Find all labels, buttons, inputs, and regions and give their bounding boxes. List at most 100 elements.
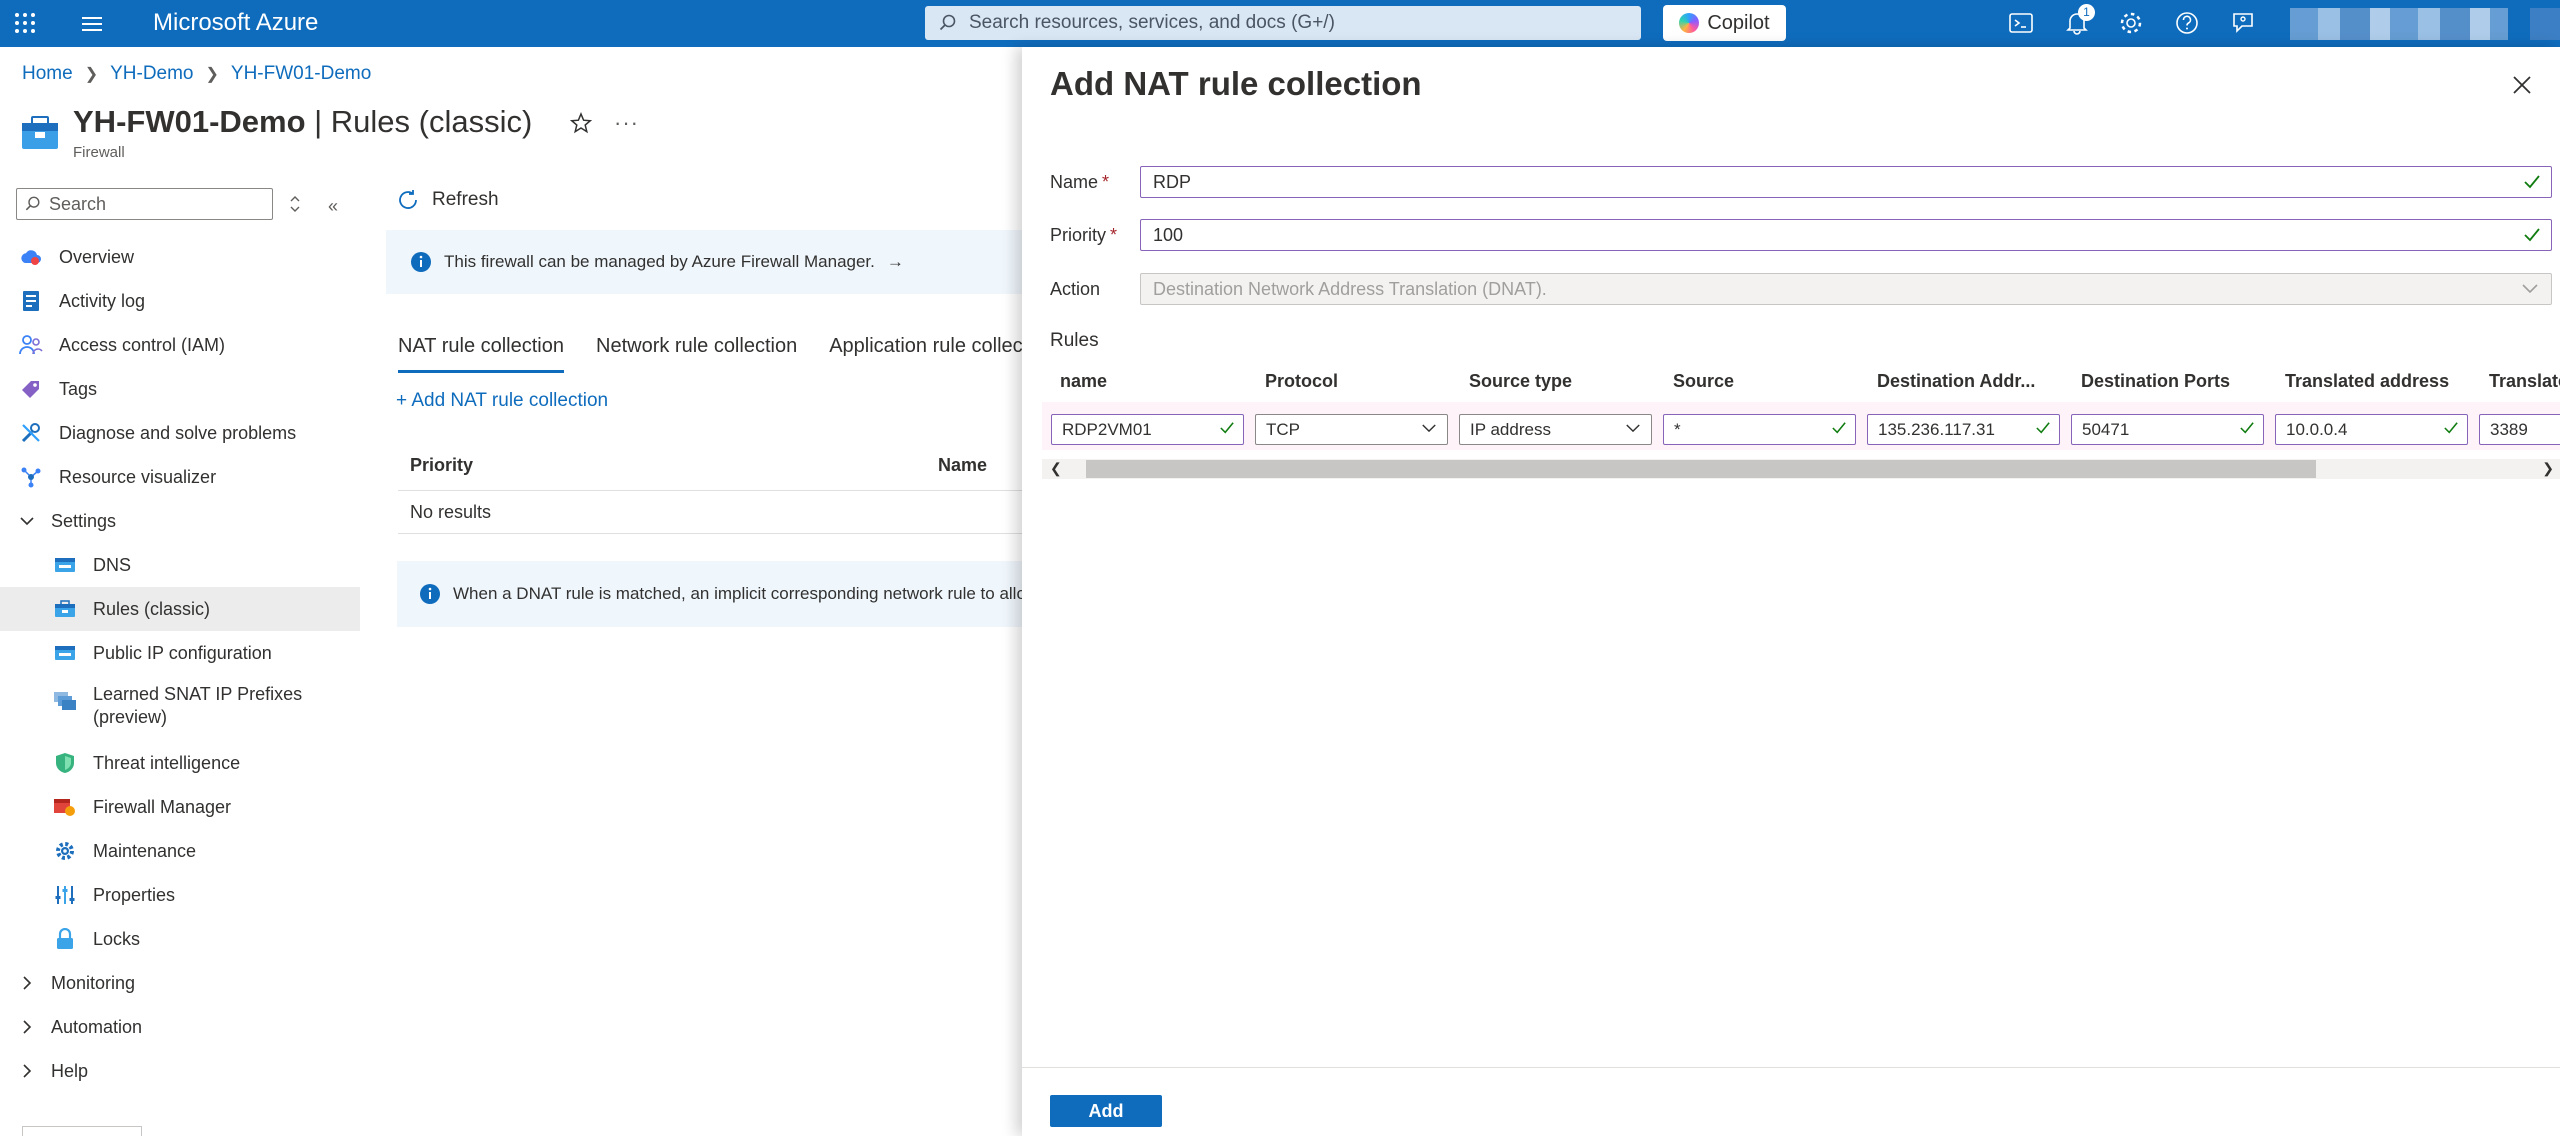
chevron-right-icon bbox=[19, 1064, 35, 1078]
sidebar-group-help[interactable]: Help bbox=[0, 1049, 360, 1093]
rule-name-input[interactable]: RDP2VM01 bbox=[1051, 414, 1244, 445]
feedback-icon[interactable] bbox=[2230, 10, 2256, 36]
priority-input[interactable]: 100 bbox=[1140, 219, 2552, 251]
brand-title[interactable]: Microsoft Azure bbox=[153, 9, 318, 37]
chevron-down-icon bbox=[19, 516, 35, 526]
sort-updown-icon[interactable] bbox=[288, 194, 302, 214]
page-title-section: | Rules (classic) bbox=[305, 104, 533, 139]
source-type-dropdown[interactable]: IP address bbox=[1459, 414, 1652, 445]
breadcrumb-firewall[interactable]: YH-FW01-Demo bbox=[231, 63, 371, 85]
horizontal-scrollbar[interactable]: ❮ ❯ bbox=[1042, 459, 2560, 479]
info-icon bbox=[411, 252, 431, 272]
sidebar-item-label: Maintenance bbox=[93, 840, 197, 861]
sidebar-item-label: Diagnose and solve problems bbox=[59, 422, 297, 443]
sidebar-item-label: Tags bbox=[59, 378, 98, 399]
rule-name-value: RDP2VM01 bbox=[1062, 419, 1152, 439]
refresh-button[interactable]: Refresh bbox=[396, 188, 499, 212]
help-question-icon[interactable] bbox=[2174, 10, 2200, 36]
column-header-priority[interactable]: Priority bbox=[410, 455, 473, 476]
resource-visualizer-icon bbox=[19, 465, 43, 489]
sidebar-item-label: Rules (classic) bbox=[93, 598, 211, 619]
column-header-name[interactable]: Name bbox=[938, 455, 987, 476]
sidebar-item-overview[interactable]: Overview bbox=[0, 235, 360, 279]
sidebar-item-dns[interactable]: DNS bbox=[0, 543, 360, 587]
tab-network-rule-collection[interactable]: Network rule collection bbox=[596, 335, 797, 373]
dnat-info-text: When a DNAT rule is matched, an implicit… bbox=[453, 584, 1037, 603]
top-bar: Microsoft Azure Search resources, servic… bbox=[0, 0, 2560, 47]
sidebar-item-access-control[interactable]: Access control (IAM) bbox=[0, 323, 360, 367]
maintenance-gear-icon bbox=[53, 839, 77, 863]
refresh-icon bbox=[399, 190, 417, 209]
chevron-down-icon bbox=[1626, 424, 1640, 433]
destination-ports-input[interactable]: 50471 bbox=[2071, 414, 2264, 445]
name-input-value: RDP bbox=[1153, 171, 1192, 192]
column-header-source-type: Source type bbox=[1469, 371, 1573, 391]
sidebar-item-locks[interactable]: Locks bbox=[0, 917, 360, 961]
search-icon bbox=[939, 14, 956, 31]
checkmark-icon bbox=[1220, 422, 1234, 434]
sidebar-item-diagnose[interactable]: Diagnose and solve problems bbox=[0, 411, 360, 455]
sidebar-item-resource-visualizer[interactable]: Resource visualizer bbox=[0, 455, 360, 499]
sidebar-group-automation[interactable]: Automation bbox=[0, 1005, 360, 1049]
breadcrumb-home[interactable]: Home bbox=[22, 63, 73, 85]
app-launcher-icon[interactable] bbox=[14, 12, 36, 34]
lock-icon bbox=[53, 927, 77, 951]
sidebar-scroll-stub bbox=[22, 1126, 142, 1136]
add-nat-rule-collection-link[interactable]: + Add NAT rule collection bbox=[396, 390, 608, 412]
destination-ports-value: 50471 bbox=[2082, 419, 2130, 439]
close-icon[interactable] bbox=[2510, 73, 2534, 97]
translated-address-input[interactable]: 10.0.0.4 bbox=[2275, 414, 2468, 445]
avatar[interactable] bbox=[2530, 8, 2560, 40]
source-input[interactable]: * bbox=[1663, 414, 1856, 445]
column-header-name: name bbox=[1060, 371, 1108, 391]
sidebar-group-monitoring[interactable]: Monitoring bbox=[0, 961, 360, 1005]
sidebar-item-rules-classic[interactable]: Rules (classic) bbox=[0, 587, 360, 631]
action-dropdown-value: Destination Network Address Translation … bbox=[1153, 278, 1547, 299]
tab-nat-rule-collection[interactable]: NAT rule collection bbox=[398, 335, 564, 373]
scroll-left-icon[interactable]: ❮ bbox=[1050, 460, 1062, 477]
scroll-right-icon[interactable]: ❯ bbox=[2542, 460, 2554, 477]
user-account-info[interactable] bbox=[2290, 8, 2508, 40]
sidebar-item-threat-intelligence[interactable]: Threat intelligence bbox=[0, 741, 360, 785]
firewall-manager-info-banner[interactable]: This firewall can be managed by Azure Fi… bbox=[386, 230, 1026, 294]
scrollbar-thumb[interactable] bbox=[1086, 460, 2316, 478]
sidebar-item-label: Public IP configuration bbox=[93, 642, 272, 663]
hamburger-menu-icon[interactable] bbox=[80, 13, 104, 35]
name-input[interactable]: RDP bbox=[1140, 166, 2552, 198]
chevron-right-icon bbox=[19, 976, 35, 990]
column-header-destination-address: Destination Addr... bbox=[1877, 371, 2036, 391]
sidebar-item-public-ip[interactable]: Public IP configuration bbox=[0, 631, 360, 675]
settings-gear-icon[interactable] bbox=[2118, 10, 2144, 36]
chevron-down-icon bbox=[2522, 284, 2538, 294]
collapse-sidebar-icon[interactable]: « bbox=[328, 196, 338, 217]
copilot-button[interactable]: Copilot bbox=[1663, 5, 1786, 41]
chevron-right-icon: ❯ bbox=[205, 66, 219, 83]
action-label: Action bbox=[1050, 279, 1101, 299]
cloud-shell-icon[interactable] bbox=[2008, 10, 2034, 36]
public-ip-icon bbox=[53, 641, 77, 665]
chevron-right-icon: ❯ bbox=[84, 66, 99, 83]
favorite-star-icon[interactable] bbox=[570, 112, 592, 134]
translated-port-input[interactable]: 3389 bbox=[2479, 414, 2560, 445]
global-search-input[interactable]: Search resources, services, and docs (G+… bbox=[925, 6, 1641, 40]
sidebar-item-activity-log[interactable]: Activity log bbox=[0, 279, 360, 323]
sidebar-item-label: Overview bbox=[59, 246, 135, 267]
sidebar-search-input[interactable]: Search bbox=[16, 188, 273, 220]
snat-prefixes-icon bbox=[53, 689, 77, 713]
wrench-icon bbox=[19, 421, 43, 445]
sidebar-item-label: Monitoring bbox=[51, 972, 136, 993]
sidebar-item-properties[interactable]: Properties bbox=[0, 873, 360, 917]
more-options-icon[interactable]: ··· bbox=[614, 110, 639, 136]
rule-tabs: NAT rule collection Network rule collect… bbox=[398, 335, 1087, 373]
sidebar-item-maintenance[interactable]: Maintenance bbox=[0, 829, 360, 873]
dns-icon bbox=[53, 553, 77, 577]
sidebar-item-firewall-manager[interactable]: Firewall Manager bbox=[0, 785, 360, 829]
protocol-dropdown[interactable]: TCP bbox=[1255, 414, 1448, 445]
breadcrumb-resource-group[interactable]: YH-Demo bbox=[110, 63, 193, 85]
sidebar-item-tags[interactable]: Tags bbox=[0, 367, 360, 411]
sidebar-group-settings[interactable]: Settings bbox=[0, 499, 360, 543]
sidebar-item-label: Activity log bbox=[59, 290, 146, 311]
sidebar-item-learned-snat[interactable]: Learned SNAT IP Prefixes (preview) bbox=[0, 675, 360, 741]
add-button[interactable]: Add bbox=[1050, 1095, 1162, 1127]
destination-address-input[interactable]: 135.236.117.31 bbox=[1867, 414, 2060, 445]
